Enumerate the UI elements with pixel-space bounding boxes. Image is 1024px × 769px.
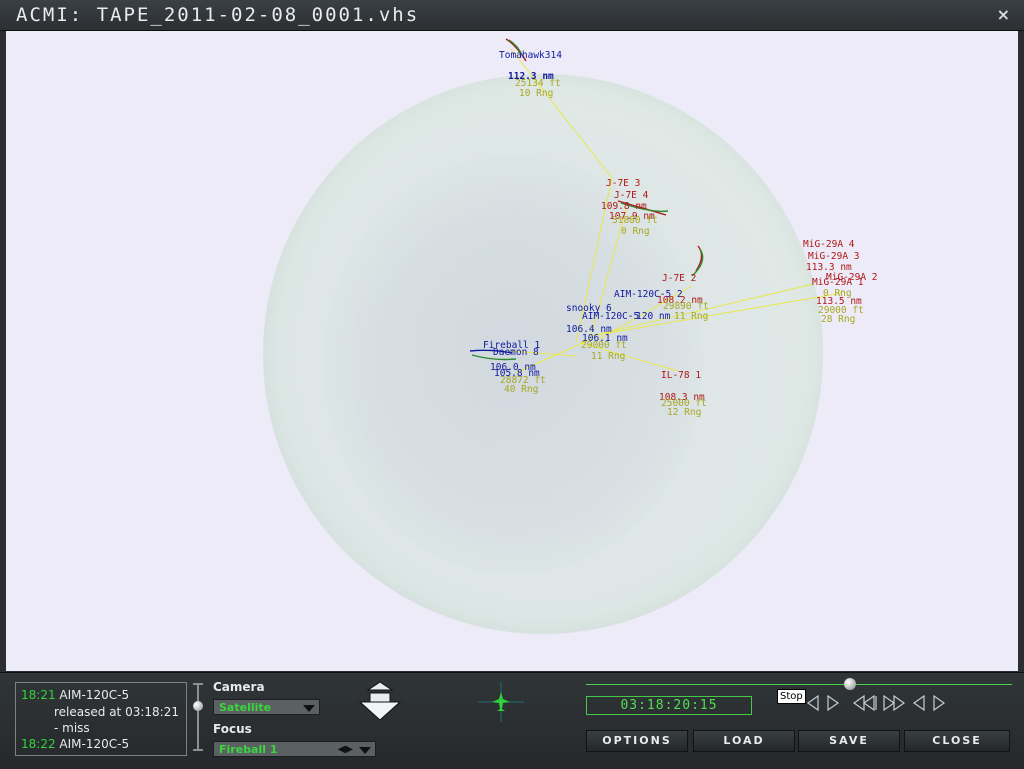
chevron-down-icon bbox=[303, 705, 315, 712]
map-label: 28 Rng bbox=[821, 314, 856, 325]
event-text: AIM-120C-5 bbox=[59, 737, 130, 751]
map-label: 10 Rng bbox=[519, 88, 554, 99]
map-label: 11 Rng bbox=[591, 351, 626, 362]
step-back-icon bbox=[806, 694, 819, 712]
timeline-thumb[interactable] bbox=[844, 678, 856, 690]
chevron-down-icon bbox=[359, 747, 371, 754]
options-button[interactable]: OPTIONS bbox=[586, 730, 688, 752]
map-label[interactable]: MiG-29A 4 bbox=[803, 240, 854, 250]
camera-label: Camera bbox=[213, 680, 265, 694]
map-label: 40 Rng bbox=[504, 384, 539, 395]
timeline-slider[interactable] bbox=[586, 684, 1012, 685]
map-label[interactable]: MiG-29A 1 bbox=[812, 278, 863, 288]
event-entry: 18:21 AIM-120C-5 bbox=[21, 688, 129, 702]
event-entry: 18:22 AIM-120C-5 bbox=[21, 737, 129, 751]
title-bar: ACMI: TAPE_2011-02-08_0001.vhs × bbox=[0, 0, 1024, 31]
map-label: 11 Rng bbox=[674, 311, 709, 322]
event-text: - miss bbox=[54, 721, 90, 735]
track-line bbox=[510, 48, 613, 179]
map-label[interactable]: MiG-29A 3 bbox=[808, 252, 859, 262]
event-entry: - miss bbox=[54, 721, 90, 735]
play-icon bbox=[933, 694, 946, 712]
window-title: ACMI: TAPE_2011-02-08_0001.vhs bbox=[16, 4, 420, 26]
event-text: AIM-120C-5 bbox=[59, 688, 130, 702]
focus-label: Focus bbox=[213, 722, 252, 736]
map-label: 0 Rng bbox=[621, 226, 650, 237]
stop-tooltip: Stop bbox=[777, 689, 806, 704]
save-button[interactable]: SAVE bbox=[798, 730, 900, 752]
event-time: 18:21 bbox=[21, 688, 56, 702]
map-label[interactable]: Tomahawk314 bbox=[499, 51, 562, 61]
load-button[interactable]: LOAD bbox=[693, 730, 795, 752]
transport-controls bbox=[806, 694, 946, 712]
prev-next-icon[interactable]: ◀▶ bbox=[338, 742, 353, 758]
focus-select[interactable]: Fireball 1 ◀▶ bbox=[213, 741, 376, 757]
event-log: 18:21 AIM-120C-5 released at 03:18:21 - … bbox=[15, 682, 187, 756]
playback-time: 03:18:20:15 bbox=[586, 696, 752, 715]
fast-forward-icon bbox=[883, 694, 896, 712]
event-log-scrollbar[interactable] bbox=[193, 681, 203, 753]
focus-value: Fireball 1 bbox=[219, 743, 278, 756]
scrollbar-thumb[interactable] bbox=[193, 701, 203, 711]
camera-value: Satellite bbox=[219, 701, 272, 714]
map-label[interactable]: J-7E 2 bbox=[662, 274, 696, 284]
acmi-viewport[interactable]: Tomahawk314 112.3 nm 25134 ft 10 Rng J-7… bbox=[6, 31, 1018, 671]
aircraft-center-icon[interactable] bbox=[478, 682, 524, 722]
play-reverse-icon bbox=[912, 694, 925, 712]
map-label: 29000 ft bbox=[581, 340, 627, 351]
close-icon[interactable]: × bbox=[997, 5, 1010, 24]
event-entry: released at 03:18:21 bbox=[54, 705, 179, 719]
map-label: 31880 ft bbox=[612, 215, 658, 226]
rewind-icon bbox=[852, 694, 865, 712]
map-label[interactable]: AIM-120C-5 bbox=[582, 312, 639, 322]
camera-select[interactable]: Satellite bbox=[213, 699, 320, 715]
map-label: 12 Rng bbox=[667, 407, 702, 418]
map-label: 120 nm bbox=[636, 311, 671, 322]
map-label: 0 Rng bbox=[823, 288, 852, 299]
map-label[interactable]: J-7E 4 bbox=[614, 191, 648, 201]
map-label[interactable]: J-7E 3 bbox=[606, 179, 640, 189]
map-label[interactable]: Daemon 8 bbox=[493, 348, 539, 358]
map-label[interactable]: IL-78 1 bbox=[661, 371, 701, 381]
event-text: released at 03:18:21 bbox=[54, 705, 179, 719]
event-time: 18:22 bbox=[21, 737, 56, 751]
step-forward-icon bbox=[827, 694, 840, 712]
camera-up-down-icon[interactable] bbox=[356, 680, 404, 722]
close-button[interactable]: CLOSE bbox=[904, 730, 1010, 752]
